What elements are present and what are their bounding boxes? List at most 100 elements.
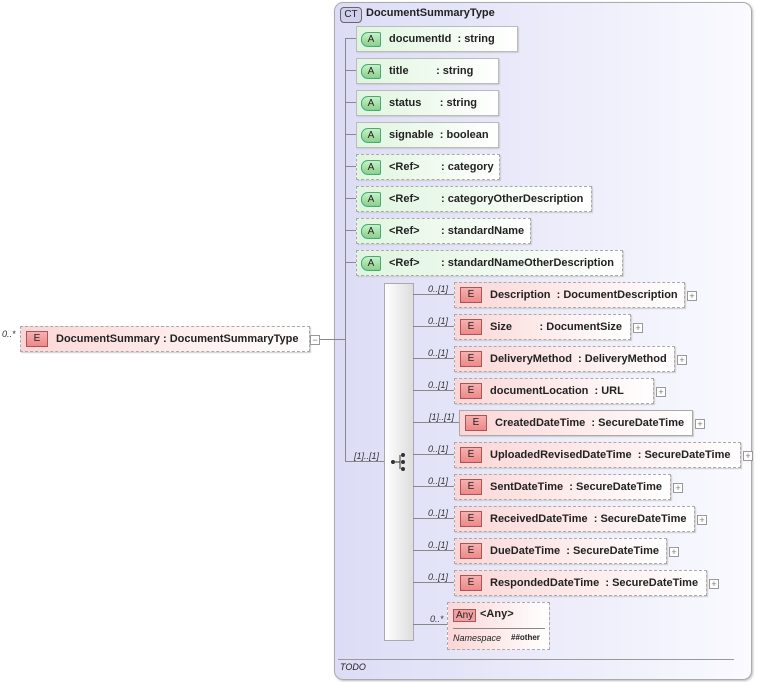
attribute-badge: A [361, 127, 381, 143]
sequence-connector [345, 461, 384, 462]
attribute-type: : boolean [439, 129, 489, 141]
element-type: : SecureDateTime [569, 481, 663, 493]
connector [320, 339, 345, 340]
element-name: Description [490, 289, 551, 301]
expand-button[interactable]: + [673, 483, 683, 493]
attribute-badge: A [361, 191, 381, 207]
expand-button[interactable]: + [687, 291, 697, 301]
connector [413, 390, 454, 391]
root-multiplicity: 0..* [2, 329, 16, 339]
any-name: <Any> [480, 608, 514, 620]
element-name: CreatedDateTime [495, 417, 586, 429]
connector [413, 550, 454, 551]
attribute-item[interactable]: A status : string [356, 90, 499, 116]
expand-button[interactable]: + [633, 323, 643, 333]
attribute-type: : category [440, 161, 494, 173]
root-name: DocumentSummary [56, 333, 160, 345]
divider [453, 628, 545, 629]
expand-button[interactable]: + [677, 355, 687, 365]
connector [345, 70, 356, 71]
attribute-item[interactable]: A <Ref> : categoryOtherDescription [356, 186, 592, 212]
connector [413, 624, 447, 625]
element-multiplicity: 0..[1] [428, 380, 449, 390]
element-type: : SecureDateTime [637, 449, 731, 461]
attribute-badge: A [361, 95, 381, 111]
any-multiplicity: 0..* [430, 614, 444, 624]
element-item[interactable]: E CreatedDateTime : SecureDateTime [459, 410, 693, 436]
expand-button[interactable]: + [669, 547, 679, 557]
attribute-item[interactable]: A signable : boolean [356, 122, 499, 148]
element-item[interactable]: E DueDateTime : SecureDateTime [454, 538, 667, 564]
element-badge: E [460, 383, 482, 399]
element-badge: E [460, 351, 482, 367]
attribute-type: : string [439, 97, 478, 109]
attribute-name: documentId [389, 33, 452, 45]
element-item[interactable]: E RespondedDateTime : SecureDateTime [454, 570, 707, 596]
annotation-text: TODO [340, 662, 366, 672]
element-multiplicity: [1]..[1] [429, 412, 455, 422]
any-badge: Any [453, 609, 477, 622]
attribute-badge: A [361, 255, 381, 271]
namespace-label: Namespace [453, 633, 502, 643]
element-badge: E [460, 543, 482, 559]
element-type: : DeliveryMethod [578, 353, 667, 365]
expand-button[interactable]: + [656, 387, 666, 397]
collapse-button[interactable]: − [310, 335, 320, 345]
connector [345, 166, 356, 167]
expand-button[interactable]: + [697, 515, 707, 525]
attribute-type: : standardNameOtherDescription [440, 257, 614, 269]
attribute-badge: A [361, 223, 381, 239]
element-badge: E [460, 575, 482, 591]
connector [413, 422, 459, 423]
attribute-item[interactable]: A documentId : string [356, 26, 518, 52]
root-element[interactable]: E DocumentSummary : DocumentSummaryType [20, 326, 310, 352]
element-item[interactable]: E ReceivedDateTime : SecureDateTime [454, 506, 695, 532]
element-name: UploadedRevisedDateTime [490, 449, 632, 461]
element-type: : SecureDateTime [566, 545, 659, 557]
attribute-item[interactable]: A <Ref> : standardName [356, 218, 531, 244]
connector [413, 358, 454, 359]
attribute-name: <Ref> [389, 193, 435, 205]
attribute-name: <Ref> [389, 257, 435, 269]
attribute-badge: A [361, 63, 381, 79]
element-name: Size [490, 321, 534, 333]
element-badge: E [460, 319, 482, 335]
element-badge: E [460, 447, 482, 463]
attribute-item[interactable]: A title : string [356, 58, 499, 84]
element-item[interactable]: E UploadedRevisedDateTime : SecureDateTi… [454, 442, 741, 468]
element-name: DeliveryMethod [490, 353, 572, 365]
element-badge: E [26, 331, 48, 347]
expand-button[interactable]: + [709, 579, 719, 589]
element-item[interactable]: E SentDateTime : SecureDateTime [454, 474, 671, 500]
element-item[interactable]: E documentLocation : URL [454, 378, 654, 404]
element-name: SentDateTime [490, 481, 564, 493]
connector [413, 454, 454, 455]
element-multiplicity: 0..[1] [428, 444, 449, 454]
attribute-item[interactable]: A <Ref> : standardNameOtherDescription [356, 250, 623, 276]
element-item[interactable]: E Description : DocumentDescription [454, 282, 685, 308]
element-name: RespondedDateTime [490, 577, 600, 589]
expand-button[interactable]: + [695, 419, 705, 429]
element-multiplicity: 0..[1] [428, 476, 449, 486]
element-multiplicity: 0..[1] [428, 284, 449, 294]
element-item[interactable]: E Size : DocumentSize [454, 314, 631, 340]
element-type: : SecureDateTime [605, 577, 699, 589]
connector [345, 262, 356, 263]
expand-button[interactable]: + [743, 451, 753, 461]
element-multiplicity: 0..[1] [428, 540, 449, 550]
connector [413, 326, 454, 327]
element-badge: E [460, 479, 482, 495]
root-type: : DocumentSummaryType [162, 333, 299, 345]
element-type: : SecureDateTime [593, 513, 687, 525]
any-element[interactable]: Any <Any> Namespace ##other [447, 602, 550, 650]
complex-type-badge: CT [340, 7, 362, 23]
element-multiplicity: 0..[1] [428, 508, 449, 518]
attribute-item[interactable]: A <Ref> : category [356, 154, 500, 180]
connector [345, 198, 356, 199]
element-type: : DocumentSize [539, 321, 623, 333]
element-item[interactable]: E DeliveryMethod : DeliveryMethod [454, 346, 675, 372]
connector [345, 102, 356, 103]
complex-type-name: DocumentSummaryType [366, 7, 495, 19]
element-name: ReceivedDateTime [490, 513, 588, 525]
connector [413, 294, 454, 295]
